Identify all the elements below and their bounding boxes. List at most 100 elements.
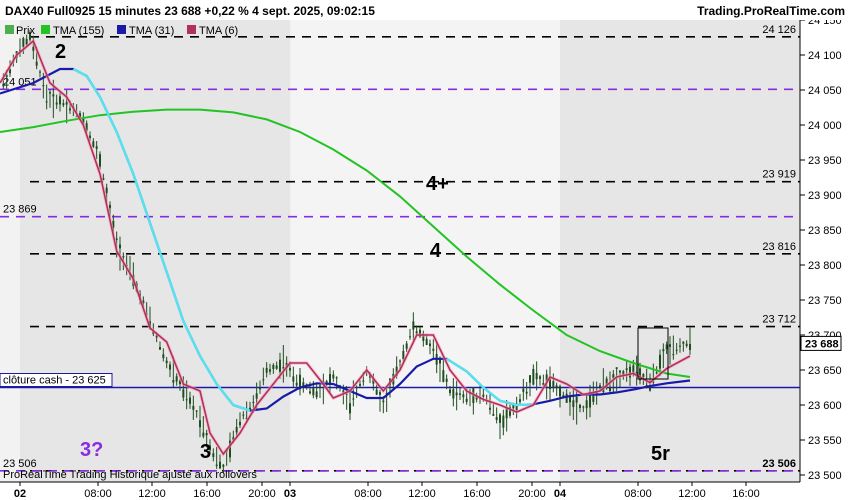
candle-body — [159, 346, 161, 350]
candle-body — [525, 391, 528, 394]
candle-body — [45, 101, 48, 103]
candle-body — [535, 372, 538, 380]
candle-body — [195, 410, 198, 412]
annotation-label: 2 — [55, 41, 66, 63]
candle-body — [189, 397, 191, 404]
candle-body — [312, 388, 315, 396]
candle-body — [279, 359, 281, 372]
candle-body — [62, 103, 65, 106]
last-price-label: 23 688 — [805, 338, 839, 350]
candle-body — [169, 364, 171, 370]
candle-body — [52, 94, 55, 97]
candle-body — [559, 386, 561, 397]
candle-body — [449, 389, 451, 394]
candle-body — [105, 187, 108, 194]
candle-body — [382, 400, 385, 403]
y-tick-label: 23 850 — [808, 225, 842, 237]
y-tick-label: 23 750 — [808, 295, 842, 307]
candle-body — [502, 415, 505, 428]
x-tick-label: 08:00 — [354, 488, 382, 500]
candle-body — [242, 414, 245, 416]
candle-body — [205, 433, 208, 436]
candle-body — [55, 102, 58, 105]
x-tick-label: 08:00 — [84, 488, 112, 500]
candle-body — [219, 461, 221, 469]
candle-body — [192, 405, 195, 410]
x-tick-label: 12:00 — [138, 488, 166, 500]
candle-body — [259, 387, 261, 390]
candle-body — [492, 414, 495, 416]
x-tick-label: 02 — [14, 488, 26, 500]
candle-body — [335, 377, 338, 379]
candle-body — [552, 381, 555, 388]
candle-body — [309, 391, 311, 394]
candle-body — [329, 374, 331, 384]
legend-label-prix: Prix — [16, 25, 35, 37]
candle-body — [425, 338, 428, 345]
candle-body — [95, 146, 98, 149]
candle-body — [572, 400, 575, 408]
candle-body — [182, 389, 185, 398]
candle-body — [585, 400, 588, 409]
candle-body — [92, 141, 95, 147]
level-label: 23 919 — [762, 169, 796, 181]
candle-body — [315, 391, 318, 398]
candle-body — [662, 349, 665, 352]
candle-body — [212, 453, 215, 457]
candle-body — [442, 370, 445, 382]
candle-body — [175, 376, 178, 382]
x-tick-label: 12:00 — [408, 488, 436, 500]
candle-body — [25, 38, 28, 45]
candle-body — [265, 367, 268, 373]
candle-body — [539, 376, 541, 379]
candle-body — [675, 349, 678, 351]
candle-body — [325, 381, 328, 383]
candle-body — [529, 375, 531, 383]
candle-body — [592, 394, 595, 402]
legend-swatch-tma31 — [117, 25, 126, 34]
candle-body — [409, 336, 411, 338]
candle-body — [352, 398, 355, 400]
candle-body — [609, 387, 611, 392]
candle-body — [272, 364, 275, 369]
candle-body — [579, 404, 581, 408]
price-chart[interactable]: 24 15024 10024 05024 00023 95023 90023 8… — [0, 0, 850, 500]
candle-body — [122, 256, 125, 258]
candle-body — [269, 369, 271, 372]
candle-body — [412, 321, 415, 330]
candle-body — [165, 360, 168, 364]
candle-body — [532, 368, 535, 385]
candle-body — [555, 385, 558, 389]
session-shade-1 — [20, 20, 290, 482]
candle-body — [39, 71, 41, 73]
candle-body — [405, 343, 408, 349]
x-tick-label: 16:00 — [732, 488, 760, 500]
legend-label-tma31: TMA (31) — [129, 25, 174, 37]
y-tick-label: 24 000 — [808, 120, 842, 132]
candle-body — [252, 402, 255, 404]
candle-body — [599, 385, 601, 387]
candle-body — [22, 38, 25, 47]
y-tick-label: 23 600 — [808, 400, 842, 412]
candle-body — [445, 378, 448, 382]
legend-swatch-prix — [5, 25, 14, 34]
y-tick-label: 23 950 — [808, 155, 842, 167]
candle-body — [2, 83, 5, 87]
annotation-label: 3? — [80, 439, 103, 461]
candle-body — [262, 379, 265, 381]
x-tick-label: 12:00 — [678, 488, 706, 500]
candle-body — [582, 406, 585, 408]
legend-swatch-tma155 — [41, 25, 50, 34]
candle-body — [569, 396, 571, 403]
legend-swatch-tma6 — [187, 25, 196, 34]
annotation-label: 5r — [651, 443, 670, 465]
level-label: 23 506 — [3, 458, 37, 470]
candle-body — [575, 397, 578, 403]
annotation-label: 4 — [430, 240, 442, 262]
candle-body — [199, 420, 201, 428]
candle-body — [415, 331, 418, 334]
x-tick-label: 04 — [554, 488, 567, 500]
candle-body — [185, 399, 188, 401]
candle-body — [292, 376, 295, 382]
candle-body — [669, 344, 671, 347]
